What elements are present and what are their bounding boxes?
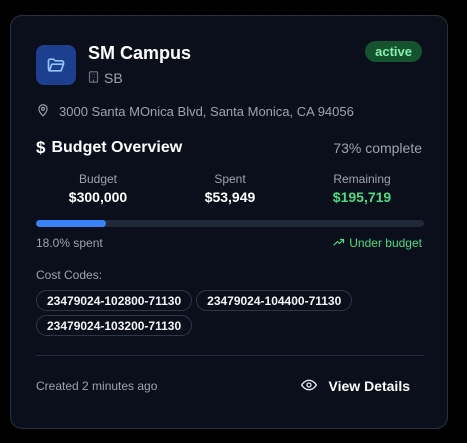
budget-progress-bar bbox=[36, 220, 424, 227]
card-divider bbox=[36, 355, 424, 356]
budget-overview-heading: $ Budget Overview bbox=[36, 138, 182, 158]
status-badge: active bbox=[365, 41, 422, 62]
budget-progress-fill bbox=[36, 220, 106, 227]
dollar-icon: $ bbox=[36, 138, 46, 157]
project-code-label: SB bbox=[104, 70, 123, 86]
spent-percent: 18.0% spent bbox=[36, 236, 103, 250]
project-address: 3000 Santa MOnica Blvd, Santa Monica, CA… bbox=[36, 102, 354, 121]
project-card: SM Campus SB active 3000 Santa MOnica Bl… bbox=[10, 15, 448, 429]
cost-code-list: 23479024-102800-71130 23479024-104400-71… bbox=[36, 290, 428, 336]
spent-stat: Spent $53,949 bbox=[165, 172, 295, 205]
budget-trend: Under budget bbox=[333, 236, 422, 250]
map-pin-icon bbox=[36, 102, 50, 121]
budget-trend-text: Under budget bbox=[349, 236, 422, 250]
cost-code-chip[interactable]: 23479024-104400-71130 bbox=[196, 290, 353, 311]
remaining-stat: Remaining $195,719 bbox=[297, 172, 427, 205]
address-text: 3000 Santa MOnica Blvd, Santa Monica, CA… bbox=[59, 104, 354, 119]
view-details-label: View Details bbox=[328, 378, 410, 394]
budget-stat-value: $300,000 bbox=[68, 189, 128, 205]
budget-heading-text: Budget Overview bbox=[51, 139, 183, 156]
cost-codes-label: Cost Codes: bbox=[36, 268, 103, 282]
remaining-stat-label: Remaining bbox=[333, 172, 391, 186]
project-code: SB bbox=[88, 70, 123, 86]
spent-stat-value: $53,949 bbox=[204, 189, 256, 205]
spent-stat-label: Spent bbox=[214, 172, 246, 186]
completion-text: 73% complete bbox=[333, 140, 422, 156]
building-icon bbox=[88, 70, 99, 86]
budget-stat: Budget $300,000 bbox=[33, 172, 163, 205]
budget-stat-label: Budget bbox=[78, 172, 118, 186]
eye-icon bbox=[300, 378, 317, 394]
project-title: SM Campus bbox=[88, 43, 192, 63]
remaining-stat-value: $195,719 bbox=[332, 189, 392, 205]
cost-code-chip[interactable]: 23479024-102800-71130 bbox=[36, 290, 193, 311]
cost-code-chip[interactable]: 23479024-103200-71130 bbox=[36, 315, 193, 336]
view-details-button[interactable]: View Details bbox=[291, 372, 422, 400]
created-timestamp: Created 2 minutes ago bbox=[36, 379, 158, 393]
folder-open-icon bbox=[36, 45, 76, 85]
trending-up-icon bbox=[333, 236, 345, 250]
